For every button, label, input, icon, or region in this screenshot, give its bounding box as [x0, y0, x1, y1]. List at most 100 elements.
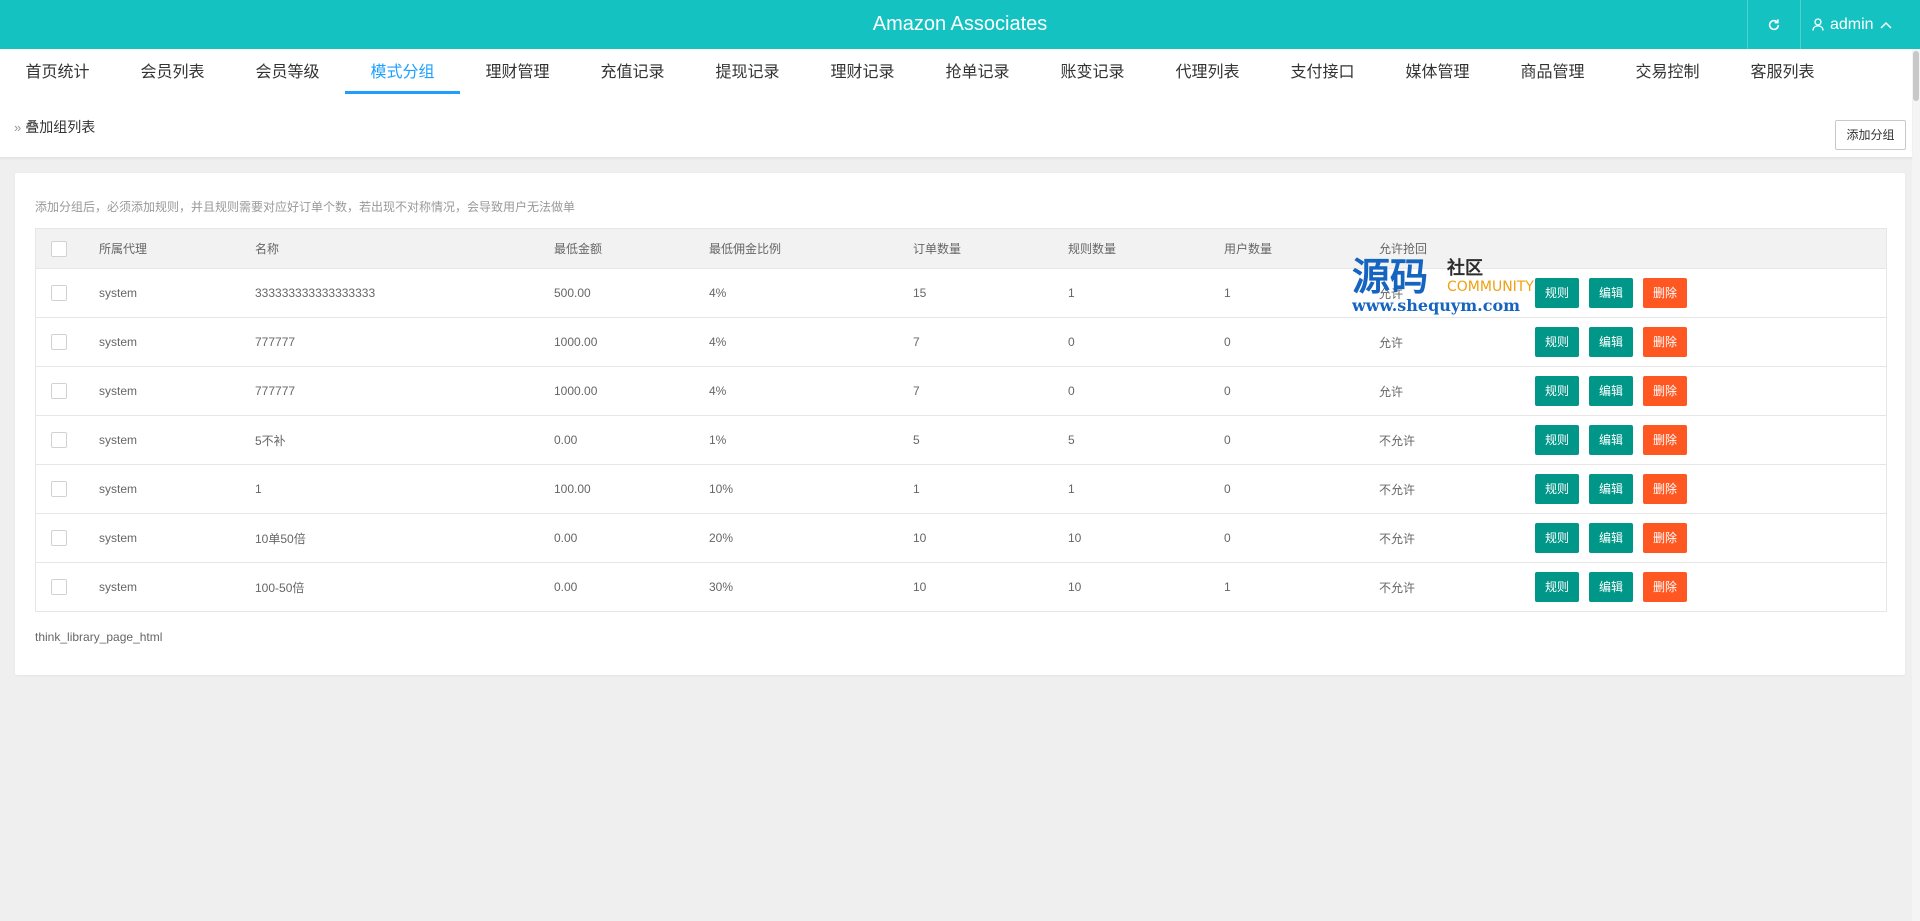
delete-button[interactable]: 删除: [1643, 425, 1688, 455]
cell-agent: system: [99, 335, 138, 349]
cell-users: 1: [1224, 580, 1231, 594]
table-row: system 10单50倍 0.00 20% 10 10 0 不允许 规则 编辑…: [36, 513, 1886, 562]
table-row: system 5不补 0.00 1% 5 5 0 不允许 规则 编辑 删除: [36, 415, 1886, 464]
cell-allow: 不允许: [1379, 580, 1416, 595]
cell-allow: 允许: [1379, 286, 1404, 301]
cell-allow: 允许: [1379, 335, 1404, 350]
col-orders: 订单数量: [913, 242, 962, 256]
rule-button[interactable]: 规则: [1535, 327, 1580, 357]
cell-allow: 不允许: [1379, 482, 1416, 497]
tab-recharge-records[interactable]: 充值记录: [575, 49, 690, 97]
edit-button[interactable]: 编辑: [1589, 523, 1634, 553]
edit-button[interactable]: 编辑: [1589, 376, 1634, 406]
tab-member-list[interactable]: 会员列表: [115, 49, 230, 97]
col-allow: 允许抢回: [1379, 242, 1428, 256]
tab-mode-group[interactable]: 模式分组: [345, 49, 460, 97]
cell-orders: 15: [913, 286, 927, 300]
cell-orders: 7: [913, 335, 920, 349]
row-checkbox[interactable]: [51, 579, 67, 595]
cell-min-rate: 20%: [709, 531, 734, 545]
cell-name: 777777: [255, 384, 296, 398]
rule-button[interactable]: 规则: [1535, 572, 1580, 602]
row-checkbox[interactable]: [51, 530, 67, 546]
page-scrollbar[interactable]: [1912, 49, 1920, 921]
cell-name: 10单50倍: [255, 531, 306, 546]
tab-payment-api[interactable]: 支付接口: [1265, 49, 1380, 97]
cell-name: 333333333333333333: [255, 286, 376, 300]
rule-button[interactable]: 规则: [1535, 376, 1580, 406]
row-checkbox[interactable]: [51, 383, 67, 399]
user-menu[interactable]: admin: [1812, 0, 1920, 49]
tab-account-changes[interactable]: 账变记录: [1035, 49, 1150, 97]
delete-button[interactable]: 删除: [1643, 327, 1688, 357]
app-title: Amazon Associates: [872, 13, 1048, 35]
delete-button[interactable]: 删除: [1643, 572, 1688, 602]
rule-button[interactable]: 规则: [1535, 474, 1580, 504]
cell-min-rate: 4%: [709, 384, 727, 398]
cell-orders: 1: [913, 482, 920, 496]
chevron-up-icon: [1880, 21, 1892, 29]
cell-rules: 10: [1068, 580, 1082, 594]
edit-button[interactable]: 编辑: [1589, 327, 1634, 357]
cell-agent: system: [99, 531, 138, 545]
cell-min-rate: 30%: [709, 580, 734, 594]
cell-rules: 10: [1068, 531, 1082, 545]
table-row: system 100-50倍 0.00 30% 10 10 1 不允许 规则 编…: [36, 562, 1886, 611]
delete-button[interactable]: 删除: [1643, 523, 1688, 553]
table-row: system 1 100.00 10% 1 1 0 不允许 规则 编辑 删除: [36, 464, 1886, 513]
pagination: think_library_page_html: [35, 630, 163, 644]
scrollbar-thumb[interactable]: [1913, 51, 1919, 101]
tab-member-level[interactable]: 会员等级: [230, 49, 345, 97]
delete-button[interactable]: 删除: [1643, 474, 1688, 504]
tab-media-manage[interactable]: 媒体管理: [1380, 49, 1495, 97]
rule-button[interactable]: 规则: [1535, 278, 1580, 308]
tab-agent-list[interactable]: 代理列表: [1150, 49, 1265, 97]
cell-min-rate: 1%: [709, 433, 727, 447]
col-users: 用户数量: [1224, 242, 1273, 256]
table-header: 所属代理 名称 最低金额 最低佣金比例 订单数量 规则数量 用户数量 允许抢回: [36, 229, 1886, 268]
tab-withdraw-records[interactable]: 提现记录: [690, 49, 805, 97]
row-checkbox[interactable]: [51, 334, 67, 350]
select-all-checkbox[interactable]: [51, 240, 67, 257]
cell-min-rate: 10%: [709, 482, 734, 496]
row-checkbox[interactable]: [51, 432, 67, 448]
delete-button[interactable]: 删除: [1643, 278, 1688, 308]
rule-button[interactable]: 规则: [1535, 425, 1580, 455]
cell-agent: system: [99, 482, 138, 496]
row-checkbox[interactable]: [51, 285, 67, 301]
cell-users: 1: [1224, 286, 1231, 300]
cell-orders: 5: [913, 433, 920, 447]
edit-button[interactable]: 编辑: [1589, 425, 1634, 455]
cell-name: 1: [255, 482, 262, 496]
cell-users: 0: [1224, 335, 1231, 349]
cell-agent: system: [99, 286, 138, 300]
top-bar: Amazon Associates admin: [0, 0, 1920, 49]
refresh-icon: [1768, 18, 1780, 30]
cell-users: 0: [1224, 482, 1231, 496]
refresh-button[interactable]: [1747, 0, 1801, 49]
tab-service-list[interactable]: 客服列表: [1725, 49, 1840, 97]
tab-trade-control[interactable]: 交易控制: [1610, 49, 1725, 97]
cell-agent: system: [99, 384, 138, 398]
content-card: 添加分组后，必须添加规则，并且规则需要对应好订单个数，若出现不对称情况，会导致用…: [15, 173, 1905, 675]
add-group-button[interactable]: 添加分组: [1835, 120, 1906, 150]
cell-min-amount: 1000.00: [554, 384, 598, 398]
tab-grab-orders[interactable]: 抢单记录: [920, 49, 1035, 97]
cell-orders: 10: [913, 580, 927, 594]
edit-button[interactable]: 编辑: [1589, 278, 1634, 308]
cell-min-amount: 1000.00: [554, 335, 598, 349]
tab-home-stats[interactable]: 首页统计: [0, 49, 115, 97]
delete-button[interactable]: 删除: [1643, 376, 1688, 406]
edit-button[interactable]: 编辑: [1589, 572, 1634, 602]
tab-finance-manage[interactable]: 理财管理: [460, 49, 575, 97]
cell-allow: 允许: [1379, 384, 1404, 399]
rule-button[interactable]: 规则: [1535, 523, 1580, 553]
cell-allow: 不允许: [1379, 531, 1416, 546]
cell-min-amount: 100.00: [554, 482, 591, 496]
cell-rules: 0: [1068, 335, 1075, 349]
tab-finance-records[interactable]: 理财记录: [805, 49, 920, 97]
edit-button[interactable]: 编辑: [1589, 474, 1634, 504]
user-icon: [1812, 18, 1824, 31]
row-checkbox[interactable]: [51, 481, 67, 497]
tab-product-manage[interactable]: 商品管理: [1495, 49, 1610, 97]
